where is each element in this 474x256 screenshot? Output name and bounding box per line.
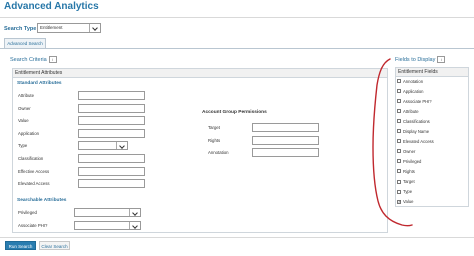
searchable-attributes-title: Searchable Attributes bbox=[17, 198, 67, 203]
field-label: Associate PHI? bbox=[18, 222, 48, 228]
field-label: Application bbox=[18, 130, 40, 136]
run-search-button[interactable]: Run Search bbox=[5, 241, 36, 250]
field-label: Rights bbox=[208, 137, 221, 143]
page-title: Advanced Analytics bbox=[4, 1, 99, 12]
chevron-down-icon bbox=[116, 142, 127, 150]
text-input[interactable] bbox=[78, 103, 145, 113]
text-input[interactable] bbox=[252, 148, 319, 157]
field-label: Classification bbox=[18, 156, 44, 161]
text-input[interactable] bbox=[252, 135, 319, 145]
field-label: Value bbox=[18, 118, 29, 124]
field-label: Type bbox=[18, 143, 28, 149]
field-label: Annotation bbox=[208, 150, 229, 155]
annotation-bracket bbox=[372, 58, 413, 227]
chevron-down-icon bbox=[89, 24, 100, 32]
chevron-down-icon bbox=[129, 209, 140, 216]
boolean-select[interactable] bbox=[74, 220, 141, 230]
field-label: Target bbox=[208, 125, 220, 130]
text-input[interactable] bbox=[78, 116, 145, 126]
search-type-value: Entitlement bbox=[40, 25, 63, 30]
header-divider bbox=[0, 17, 474, 18]
footer-divider bbox=[0, 237, 474, 238]
search-type-label: Search Type bbox=[4, 26, 37, 32]
search-criteria-heading: Search Criteria i bbox=[10, 56, 57, 63]
search-criteria-title: Search Criteria bbox=[10, 56, 47, 63]
tab-divider bbox=[0, 48, 474, 49]
panel-header: Entitlement Attributes bbox=[13, 69, 387, 78]
entitlement-attributes-panel: Entitlement Attributes bbox=[12, 68, 388, 233]
text-input[interactable] bbox=[78, 166, 145, 176]
field-label: Owner bbox=[18, 105, 31, 111]
text-input[interactable] bbox=[252, 123, 319, 132]
info-icon[interactable]: i bbox=[48, 56, 57, 63]
field-label: Privileged bbox=[18, 210, 37, 215]
text-input[interactable] bbox=[78, 179, 145, 189]
field-label: Effective Access bbox=[18, 168, 50, 174]
info-icon[interactable]: i bbox=[437, 56, 446, 63]
tab-advanced-search[interactable]: Advanced Search bbox=[4, 38, 46, 48]
standard-attributes-title: Standard Attributes bbox=[17, 81, 62, 86]
clear-search-button[interactable]: Clear Search bbox=[39, 241, 70, 250]
field-label: Elevated Access bbox=[18, 181, 50, 187]
text-input[interactable] bbox=[78, 154, 145, 163]
type-select[interactable] bbox=[78, 141, 128, 151]
search-type-select[interactable]: Entitlement bbox=[37, 23, 101, 33]
field-label: Attribute bbox=[18, 93, 35, 98]
text-input[interactable] bbox=[78, 91, 145, 100]
text-input[interactable] bbox=[78, 128, 145, 138]
account-group-title: Account Group Permissions bbox=[202, 110, 267, 115]
boolean-select[interactable] bbox=[74, 208, 141, 217]
chevron-down-icon bbox=[129, 221, 140, 229]
